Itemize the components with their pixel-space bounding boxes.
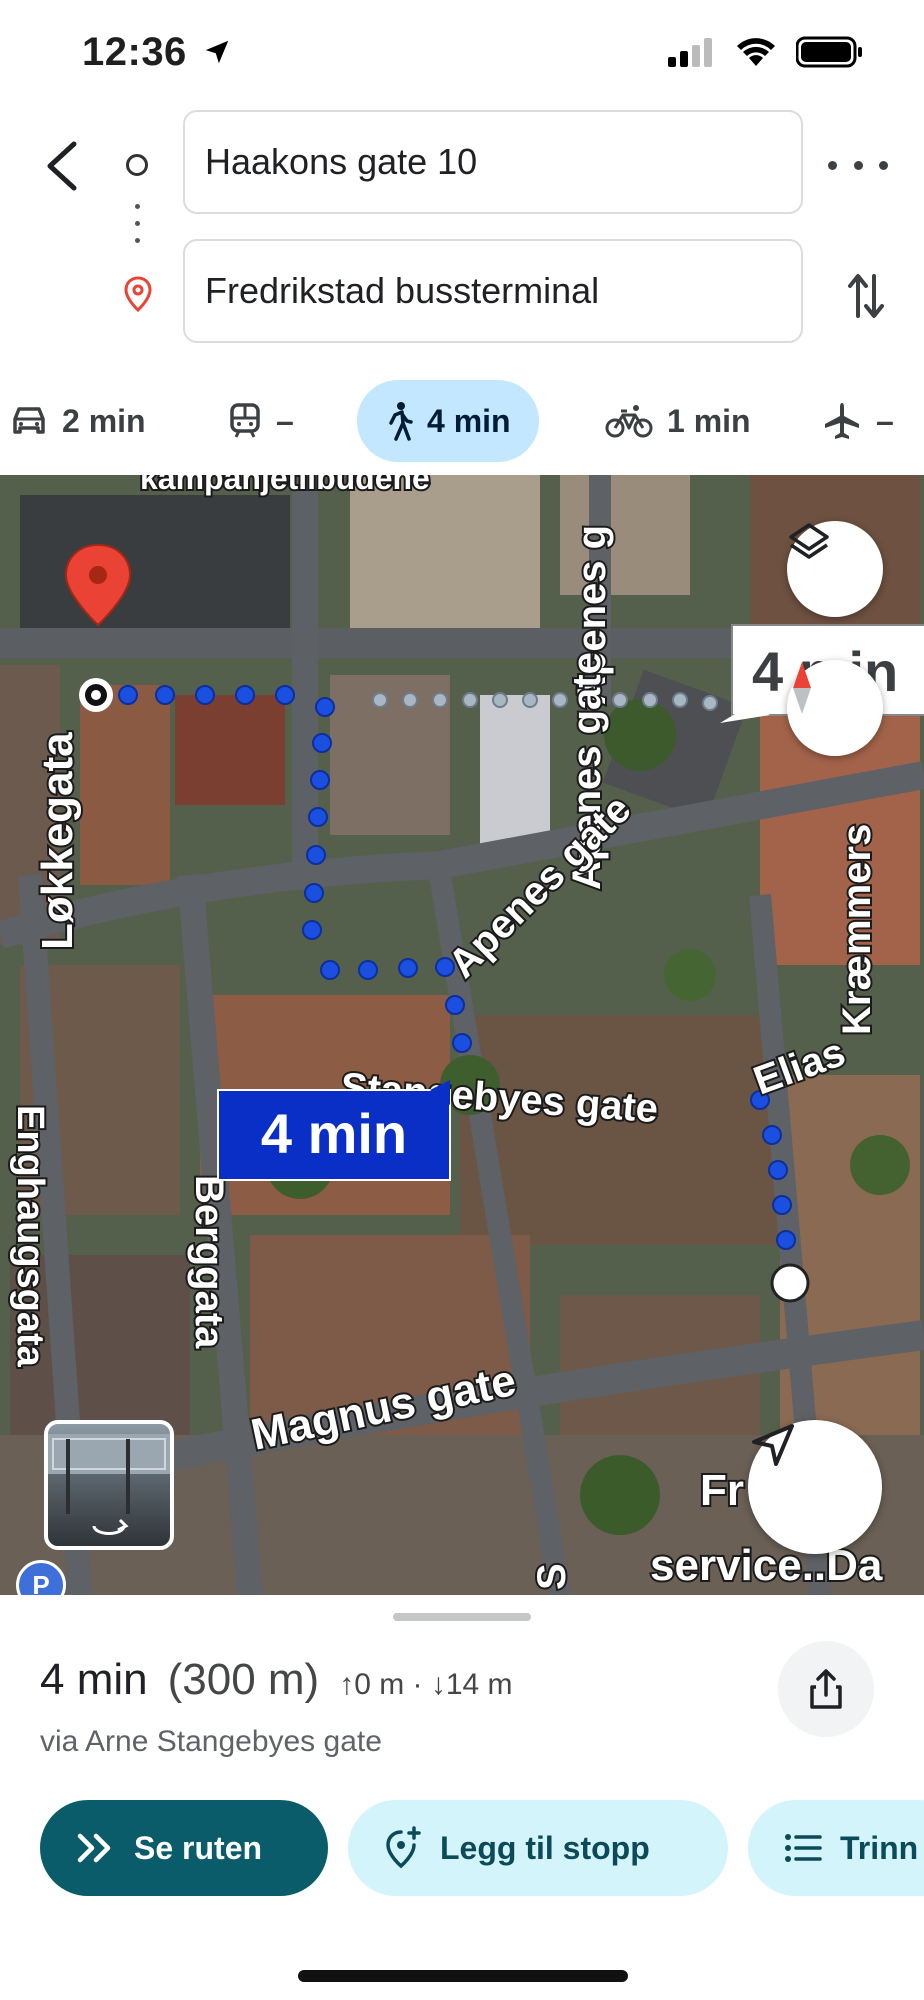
- directions-header: Haakons gate 10 Fredrikstad bussterminal: [0, 110, 924, 360]
- destination-input[interactable]: Fredrikstad bussterminal: [183, 239, 803, 343]
- label-kampanje: kampanjetilbudene: [140, 475, 430, 496]
- label-lokkegata: Løkkegata: [33, 732, 82, 950]
- my-location-button[interactable]: [748, 1420, 882, 1554]
- mode-flight[interactable]: –: [822, 380, 894, 462]
- battery-icon: [796, 36, 862, 68]
- label-service: service..Da: [650, 1541, 883, 1590]
- airplane-icon: [825, 403, 859, 439]
- route-elevation: ↑0 m · ↓14 m: [339, 1668, 513, 1701]
- layers-icon: [789, 523, 829, 559]
- location-arrow-icon: [206, 40, 229, 64]
- add-stop-button[interactable]: Legg til stopp: [348, 1800, 728, 1896]
- route-distance: (300 m): [167, 1655, 320, 1704]
- destination-marker: [770, 1263, 810, 1303]
- swap-vertical-icon: [848, 274, 884, 318]
- double-chevron-right-icon: [77, 1833, 111, 1863]
- sheet-drag-handle[interactable]: [393, 1613, 531, 1621]
- origin-marker: [79, 678, 113, 712]
- more-options-button[interactable]: [828, 150, 888, 180]
- chevron-left-icon: [47, 141, 77, 191]
- street-view-thumbnail[interactable]: [44, 1420, 174, 1550]
- status-bar: 12:36: [0, 0, 924, 110]
- route-summary-sheet: 4 min (300 m) ↑0 m · ↓14 m via Arne Stan…: [0, 1595, 924, 2000]
- list-icon: [785, 1834, 822, 1862]
- share-icon: [810, 1669, 842, 1709]
- origin-dot-icon: [126, 154, 148, 176]
- share-button[interactable]: [778, 1641, 874, 1737]
- add-location-icon: [386, 1826, 421, 1869]
- layers-button[interactable]: [787, 521, 883, 617]
- swap-button[interactable]: [846, 270, 886, 327]
- home-indicator[interactable]: [298, 1970, 628, 1982]
- bicycle-icon: [605, 405, 653, 438]
- wifi-icon: [737, 38, 775, 66]
- travel-mode-bar: 2 min – 4 min 1 min –: [0, 380, 924, 462]
- route-duration: 4 min: [40, 1655, 148, 1704]
- label-enghaugs: Enghaugsgata: [9, 1105, 51, 1368]
- navigation-arrow-icon: [752, 1424, 794, 1466]
- route-via: via Arne Stangebyes gate: [40, 1725, 382, 1758]
- steps-button[interactable]: Trinn: [748, 1800, 924, 1896]
- train-icon: [230, 403, 260, 438]
- svg-text:4 min: 4 min: [261, 1102, 407, 1165]
- route-connector-icon: [135, 204, 141, 254]
- compass-button[interactable]: [787, 660, 883, 756]
- mode-walk[interactable]: 4 min: [357, 380, 539, 462]
- map-view[interactable]: kampanjetilbudene Løkkegata Apenes g Ape…: [0, 475, 924, 1595]
- origin-input[interactable]: Haakons gate 10: [183, 110, 803, 214]
- mode-bike[interactable]: 1 min: [605, 380, 751, 462]
- mode-transit[interactable]: –: [228, 380, 294, 462]
- walking-icon: [389, 402, 413, 441]
- status-icons: [668, 36, 864, 68]
- signal-icon: [668, 38, 712, 67]
- back-button[interactable]: [36, 136, 86, 196]
- start-route-button[interactable]: Se ruten: [40, 1800, 328, 1896]
- label-berggata: Berggata: [187, 1175, 231, 1349]
- label-kraemmer: Kræmmers: [835, 824, 879, 1035]
- route-duration-badge: 4 min: [217, 1080, 451, 1181]
- label-s: S: [530, 1563, 574, 1590]
- mode-car[interactable]: 2 min: [10, 380, 146, 462]
- destination-pin-icon: [124, 276, 152, 312]
- status-time: 12:36: [82, 30, 232, 75]
- compass-icon: [793, 662, 811, 714]
- route-summary: 4 min (300 m) ↑0 m · ↓14 m: [40, 1655, 513, 1705]
- car-icon: [13, 407, 45, 434]
- street-view-icon: [48, 1434, 170, 1535]
